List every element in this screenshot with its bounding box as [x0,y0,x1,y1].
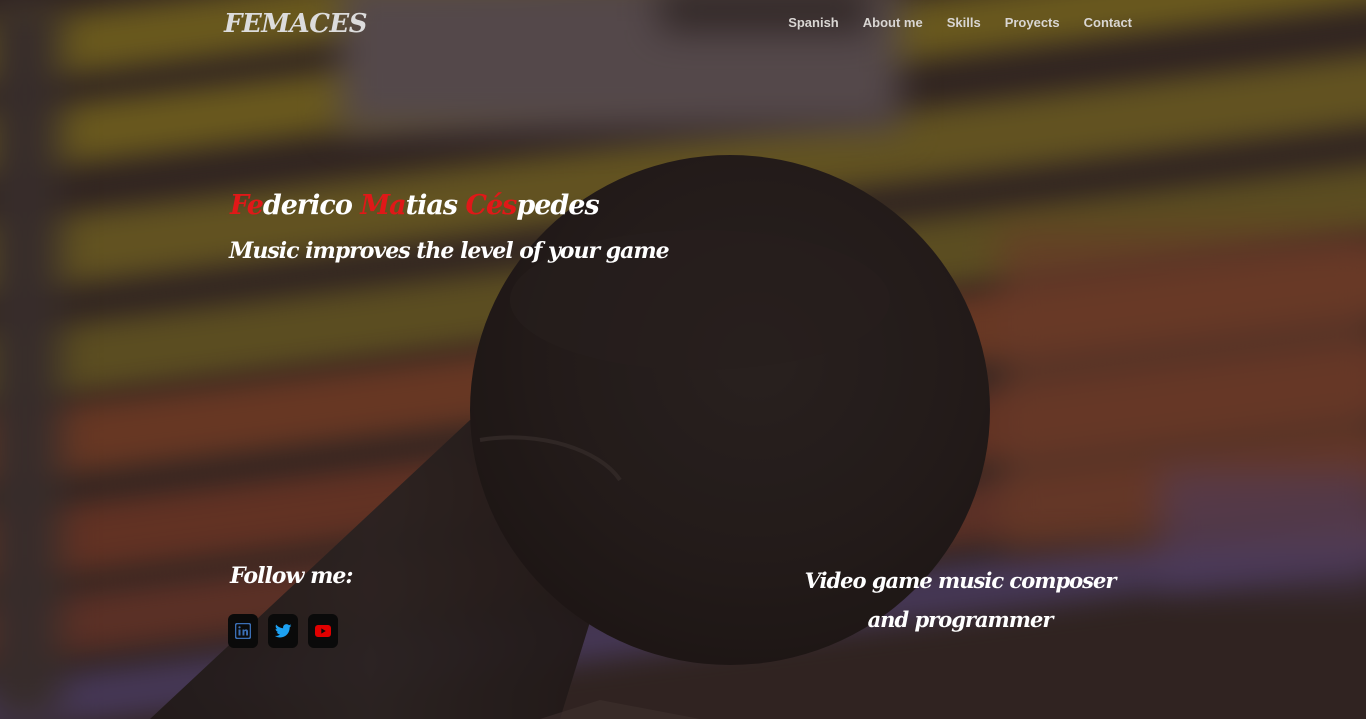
name-rest-3: pedes [516,190,599,221]
name-accent-2: Ma [360,190,406,221]
page: FEMACES Spanish About me Skills Proyects… [0,0,1366,719]
youtube-button[interactable] [308,614,338,648]
nav-link-skills[interactable]: Skills [947,15,981,30]
role-description: Video game music composer and programmer [804,568,1117,632]
nav-link-proyects[interactable]: Proyects [1005,15,1060,30]
hero-tagline: Music improves the level of your game [229,238,670,264]
follow-label: Follow me: [230,563,353,589]
nav-menu: Spanish About me Skills Proyects Contact [788,15,1132,30]
twitter-button[interactable] [268,614,298,648]
name-rest-1: derico [262,190,361,221]
navbar: FEMACES Spanish About me Skills Proyects… [0,0,1366,48]
nav-link-about-me[interactable]: About me [863,15,923,30]
name-accent-3: Cés [465,190,517,221]
twitter-icon [274,624,292,638]
linkedin-button[interactable] [228,614,258,648]
nav-link-spanish[interactable]: Spanish [788,15,839,30]
name-rest-2: tias [405,190,466,221]
background-overlay [0,0,1366,719]
youtube-icon [315,625,331,637]
brand-logo[interactable]: FEMACES [224,9,368,39]
name-accent-1: Fe [230,190,264,221]
linkedin-icon [235,623,251,639]
social-links [228,614,338,648]
hero-name: Federico Matias Céspedes [230,190,600,221]
nav-link-contact[interactable]: Contact [1084,15,1132,30]
